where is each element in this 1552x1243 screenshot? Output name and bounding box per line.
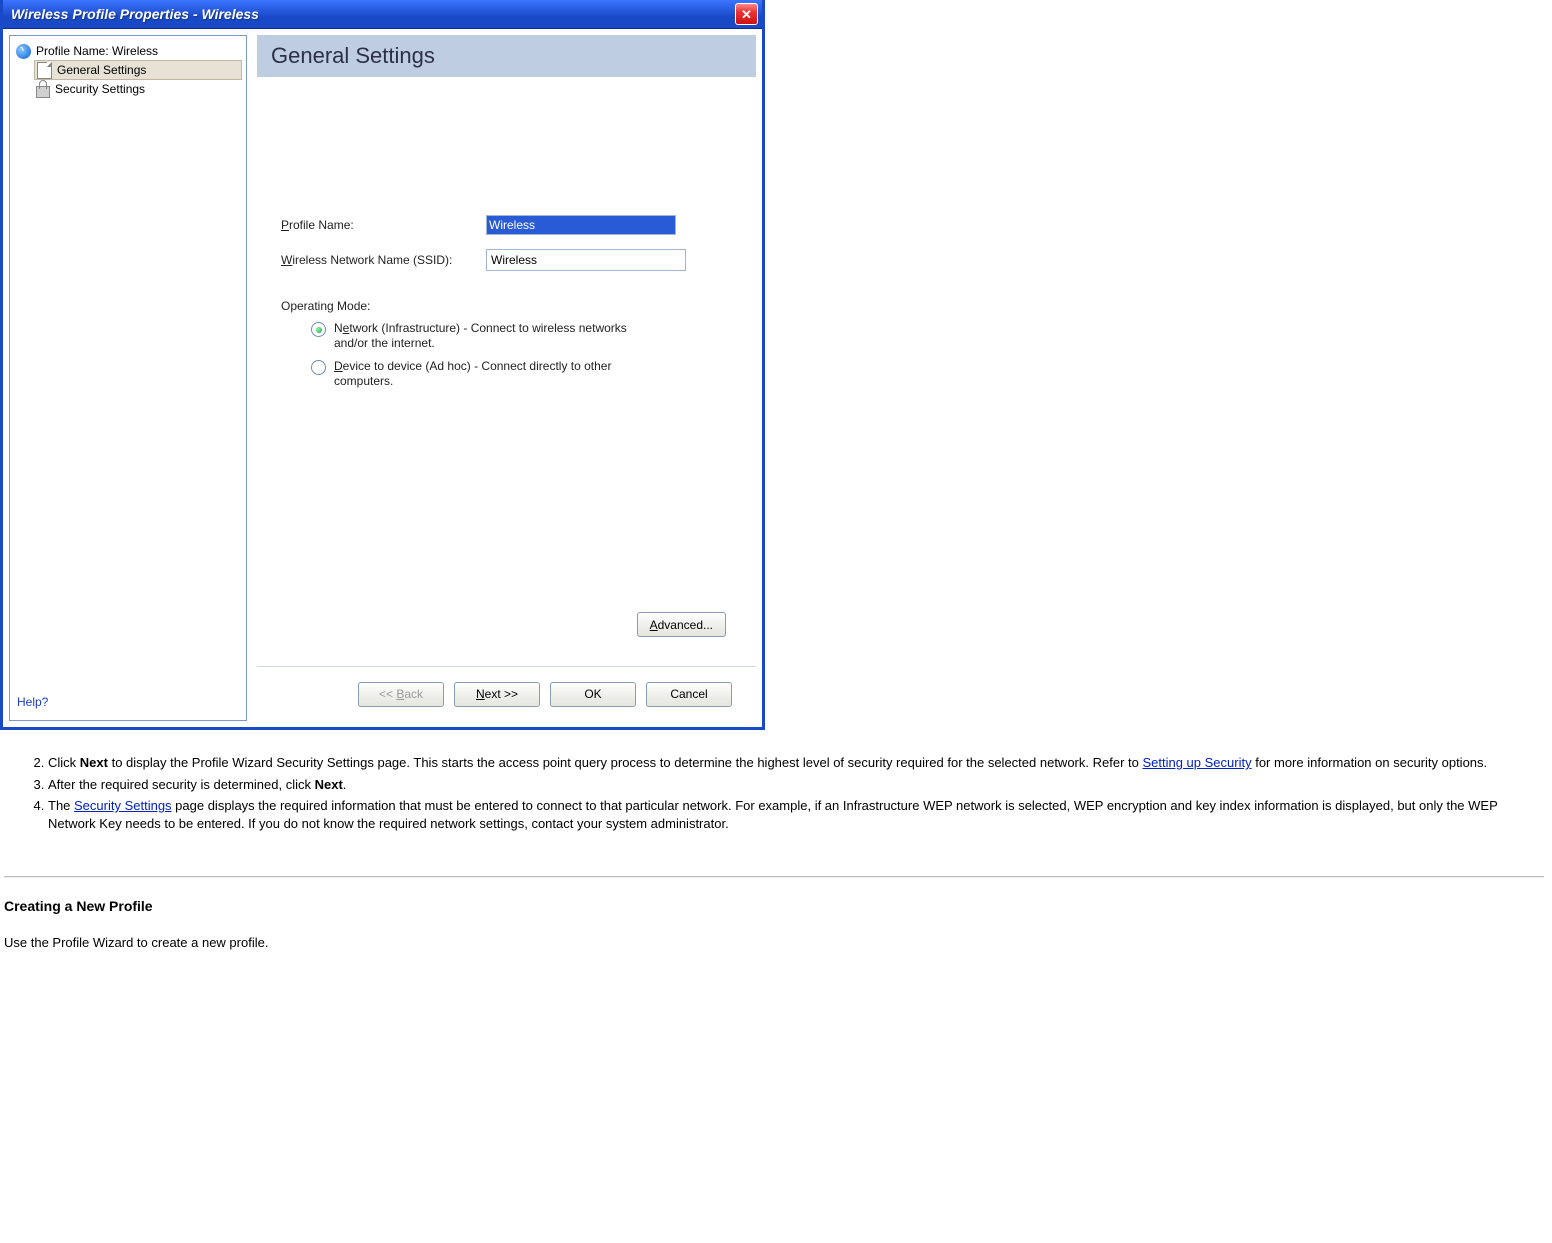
tree-item-general-settings[interactable]: General Settings <box>34 60 242 80</box>
dialog-button-bar: << Back Next >> OK Cancel <box>257 666 756 721</box>
wireless-profile-dialog: Wireless Profile Properties - Wireless ✕… <box>0 0 765 730</box>
radio-adhoc[interactable] <box>311 360 326 375</box>
radio-adhoc-label[interactable]: Device to device (Ad hoc) - Connect dire… <box>334 359 651 389</box>
general-settings-panel: General Settings Profile Name: Wireless … <box>257 35 756 721</box>
lock-icon <box>36 86 50 98</box>
tree-item-label: Security Settings <box>55 82 145 96</box>
ok-button[interactable]: OK <box>550 682 636 707</box>
radio-infrastructure[interactable] <box>311 322 326 337</box>
step-4: The Security Settings page displays the … <box>48 797 1544 832</box>
help-link[interactable]: Help? <box>17 695 48 709</box>
next-button[interactable]: Next >> <box>454 682 540 707</box>
panel-heading: General Settings <box>271 43 435 69</box>
close-button[interactable]: ✕ <box>735 3 758 25</box>
radio-row-infrastructure: Network (Infrastructure) - Connect to wi… <box>311 321 651 351</box>
radio-infrastructure-label[interactable]: Network (Infrastructure) - Connect to wi… <box>334 321 651 351</box>
cancel-button[interactable]: Cancel <box>646 682 732 707</box>
tree-item-label: General Settings <box>57 63 146 77</box>
wifi-icon <box>16 44 31 59</box>
profile-tree-sidebar: Profile Name: Wireless General Settings … <box>9 35 247 721</box>
panel-heading-band: General Settings <box>257 35 756 77</box>
advanced-button[interactable]: Advanced... <box>637 612 726 637</box>
heading-creating-new-profile: Creating a New Profile <box>4 897 1544 916</box>
link-security-settings[interactable]: Security Settings <box>74 798 172 813</box>
paragraph-create-profile: Use the Profile Wizard to create a new p… <box>4 934 1544 952</box>
radio-row-adhoc: Device to device (Ad hoc) - Connect dire… <box>311 359 651 389</box>
tree-root-label: Profile Name: Wireless <box>36 44 158 58</box>
operating-mode-label: Operating Mode: <box>281 299 732 313</box>
instruction-article: Click Next to display the Profile Wizard… <box>4 754 1544 952</box>
tree-item-security-settings[interactable]: Security Settings <box>34 80 242 98</box>
step-3: After the required security is determine… <box>48 776 1544 794</box>
section-divider <box>4 876 1544 877</box>
close-icon: ✕ <box>741 8 752 21</box>
profile-name-label: Profile Name: <box>281 218 486 232</box>
profile-name-input[interactable]: Wireless <box>486 215 676 235</box>
back-button: << Back <box>358 682 444 707</box>
window-title: Wireless Profile Properties - Wireless <box>11 6 259 22</box>
ssid-input[interactable] <box>486 249 686 271</box>
link-setting-up-security[interactable]: Setting up Security <box>1142 755 1251 770</box>
ssid-label: Wireless Network Name (SSID): <box>281 253 486 267</box>
page-icon <box>37 62 52 79</box>
tree-root-profile[interactable]: Profile Name: Wireless <box>14 42 242 60</box>
step-2: Click Next to display the Profile Wizard… <box>48 754 1544 772</box>
titlebar[interactable]: Wireless Profile Properties - Wireless ✕ <box>3 0 762 29</box>
